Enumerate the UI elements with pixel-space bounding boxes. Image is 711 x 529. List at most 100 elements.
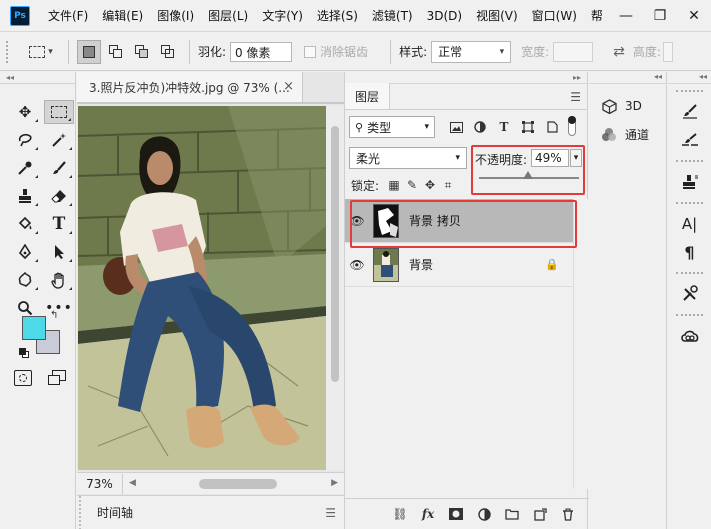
swap-dimensions-icon[interactable]: ⇄ xyxy=(613,44,625,60)
new-selection-button[interactable] xyxy=(77,39,101,64)
filter-toggle-switch[interactable] xyxy=(567,116,577,138)
scroll-right-icon[interactable]: ▶ xyxy=(331,478,338,488)
timeline-tab[interactable]: 时间轴 xyxy=(97,504,133,521)
vertical-scroll-thumb[interactable] xyxy=(331,126,339,382)
photoshop-logo-icon[interactable]: Ps xyxy=(10,5,30,26)
collapse-panel-icon[interactable]: ◂◂ xyxy=(0,72,75,84)
layers-panel-menu-icon[interactable]: ☰ xyxy=(570,90,581,104)
style-select[interactable]: 正常 ▾ xyxy=(431,40,512,63)
clone-source-icon[interactable] xyxy=(668,168,711,196)
expand-panels-icon[interactable]: ◂◂ xyxy=(589,72,666,84)
dock-grip[interactable] xyxy=(676,272,703,278)
layers-scrollbar[interactable] xyxy=(573,199,588,489)
filter-adjustment-icon[interactable] xyxy=(469,116,491,138)
subtract-selection-button[interactable] xyxy=(129,40,153,64)
feather-input[interactable]: 0 像素 xyxy=(230,41,293,62)
lock-image-pixels-icon[interactable]: ✎ xyxy=(403,178,421,192)
minimize-button[interactable]: — xyxy=(609,0,643,32)
brush-settings-icon[interactable] xyxy=(668,98,711,126)
default-colors-icon[interactable] xyxy=(19,348,29,358)
menu-filter[interactable]: 滤镜(T) xyxy=(372,7,413,24)
opacity-input[interactable]: 49% xyxy=(531,149,569,167)
layer-name[interactable]: 背景 拷贝 xyxy=(409,212,461,229)
new-layer-icon[interactable] xyxy=(531,505,549,523)
horizontal-scrollbar[interactable]: ◀ ▶ xyxy=(123,473,344,495)
menu-file[interactable]: 文件(F) xyxy=(48,7,88,24)
menu-image[interactable]: 图像(I) xyxy=(157,7,194,24)
lock-transparent-pixels-icon[interactable]: ▦ xyxy=(385,178,403,192)
restore-button[interactable]: ❐ xyxy=(643,0,677,32)
blend-mode-select[interactable]: 柔光 ▾ xyxy=(349,147,467,169)
layer-row-background-copy[interactable]: 👁 背景 拷贝 xyxy=(345,199,573,243)
timeline-grip[interactable] xyxy=(79,496,83,529)
filter-type-icon[interactable]: T xyxy=(493,116,515,138)
character-panel-icon[interactable]: A| xyxy=(668,210,711,238)
dock-grip[interactable] xyxy=(676,90,703,96)
eyedropper-tool-icon[interactable] xyxy=(10,156,40,180)
menu-window[interactable]: 窗口(W) xyxy=(532,7,577,24)
dock-item-3d[interactable]: 3D xyxy=(589,92,666,120)
image-canvas[interactable] xyxy=(78,106,326,470)
magic-wand-tool-icon[interactable] xyxy=(44,128,74,152)
creative-cloud-libraries-icon[interactable] xyxy=(668,322,711,350)
quick-mask-icon[interactable] xyxy=(14,370,32,386)
layer-style-fx-icon[interactable]: fx xyxy=(419,505,437,523)
menu-edit[interactable]: 编辑(E) xyxy=(102,7,143,24)
brush-tool-icon[interactable] xyxy=(44,156,74,180)
filter-smartobject-icon[interactable] xyxy=(541,116,563,138)
tab-layers[interactable]: 图层 xyxy=(345,83,391,109)
close-window-button[interactable]: ✕ xyxy=(677,0,711,32)
dock-grip[interactable] xyxy=(676,160,703,166)
dock-grip[interactable] xyxy=(676,202,703,208)
layer-row-background[interactable]: 👁 背景 🔒 xyxy=(345,243,573,287)
path-select-tool-icon[interactable] xyxy=(44,240,74,264)
menu-view[interactable]: 视图(V) xyxy=(476,7,518,24)
pen-tool-icon[interactable] xyxy=(10,240,40,264)
add-mask-icon[interactable] xyxy=(447,505,465,523)
antialias-checkbox[interactable] xyxy=(304,45,317,58)
height-input[interactable] xyxy=(662,41,673,62)
menu-layer[interactable]: 图层(L) xyxy=(208,7,248,24)
menu-type[interactable]: 文字(Y) xyxy=(262,7,303,24)
lasso-tool-icon[interactable] xyxy=(10,128,40,152)
zoom-level-field[interactable]: 73% xyxy=(77,473,123,494)
add-selection-button[interactable] xyxy=(103,40,127,64)
document-tab[interactable]: 3.照片反冲负)冲特效.jpg @ 73% (... × xyxy=(77,72,303,102)
eraser-tool-icon[interactable] xyxy=(44,184,74,208)
expand-dock-icon[interactable]: ◂◂ xyxy=(668,72,711,84)
close-document-icon[interactable]: × xyxy=(283,79,294,94)
vertical-scrollbar[interactable] xyxy=(326,106,344,470)
lock-artboard-icon[interactable]: ⌗ xyxy=(439,178,457,193)
paint-bucket-tool-icon[interactable] xyxy=(10,212,40,236)
dock-item-channels[interactable]: 通道 xyxy=(589,120,666,148)
hand-tool-icon[interactable] xyxy=(44,268,74,292)
screen-mode-icon[interactable] xyxy=(48,370,66,386)
filter-shape-icon[interactable] xyxy=(517,116,539,138)
delete-layer-trash-icon[interactable] xyxy=(559,505,577,523)
swap-colors-icon[interactable]: ↰ xyxy=(50,310,58,321)
filter-pixel-icon[interactable] xyxy=(445,116,467,138)
menu-select[interactable]: 选择(S) xyxy=(317,7,358,24)
custom-shape-tool-icon[interactable] xyxy=(10,268,40,292)
menu-3d[interactable]: 3D(D) xyxy=(427,9,462,23)
timeline-menu-icon[interactable]: ☰ xyxy=(325,506,336,520)
move-tool-icon[interactable]: ✥ xyxy=(10,100,40,124)
scroll-left-icon[interactable]: ◀ xyxy=(129,478,136,488)
menu-help[interactable]: 帮 xyxy=(591,7,603,24)
link-layers-icon[interactable]: ⛓ xyxy=(391,505,409,523)
opacity-dropdown-button[interactable]: ▾ xyxy=(570,149,582,167)
paragraph-panel-icon[interactable]: ¶ xyxy=(668,238,711,266)
eye-visibility-icon[interactable]: 👁 xyxy=(345,214,369,228)
layer-name[interactable]: 背景 xyxy=(409,256,433,273)
rect-marquee-tool-icon[interactable] xyxy=(44,100,74,124)
layer-kind-filter[interactable]: ⚲ 类型 ▾ xyxy=(349,116,435,138)
foreground-color-swatch[interactable] xyxy=(22,316,46,340)
brushes-icon[interactable] xyxy=(668,126,711,154)
opacity-slider-thumb[interactable] xyxy=(523,171,533,179)
type-tool-icon[interactable]: T xyxy=(44,212,74,236)
new-adjustment-layer-icon[interactable] xyxy=(475,505,493,523)
dock-grip[interactable] xyxy=(676,314,703,320)
eye-visibility-icon[interactable]: 👁 xyxy=(345,258,369,272)
horizontal-scroll-thumb[interactable] xyxy=(199,478,277,489)
stamp-tool-icon[interactable] xyxy=(10,184,40,208)
